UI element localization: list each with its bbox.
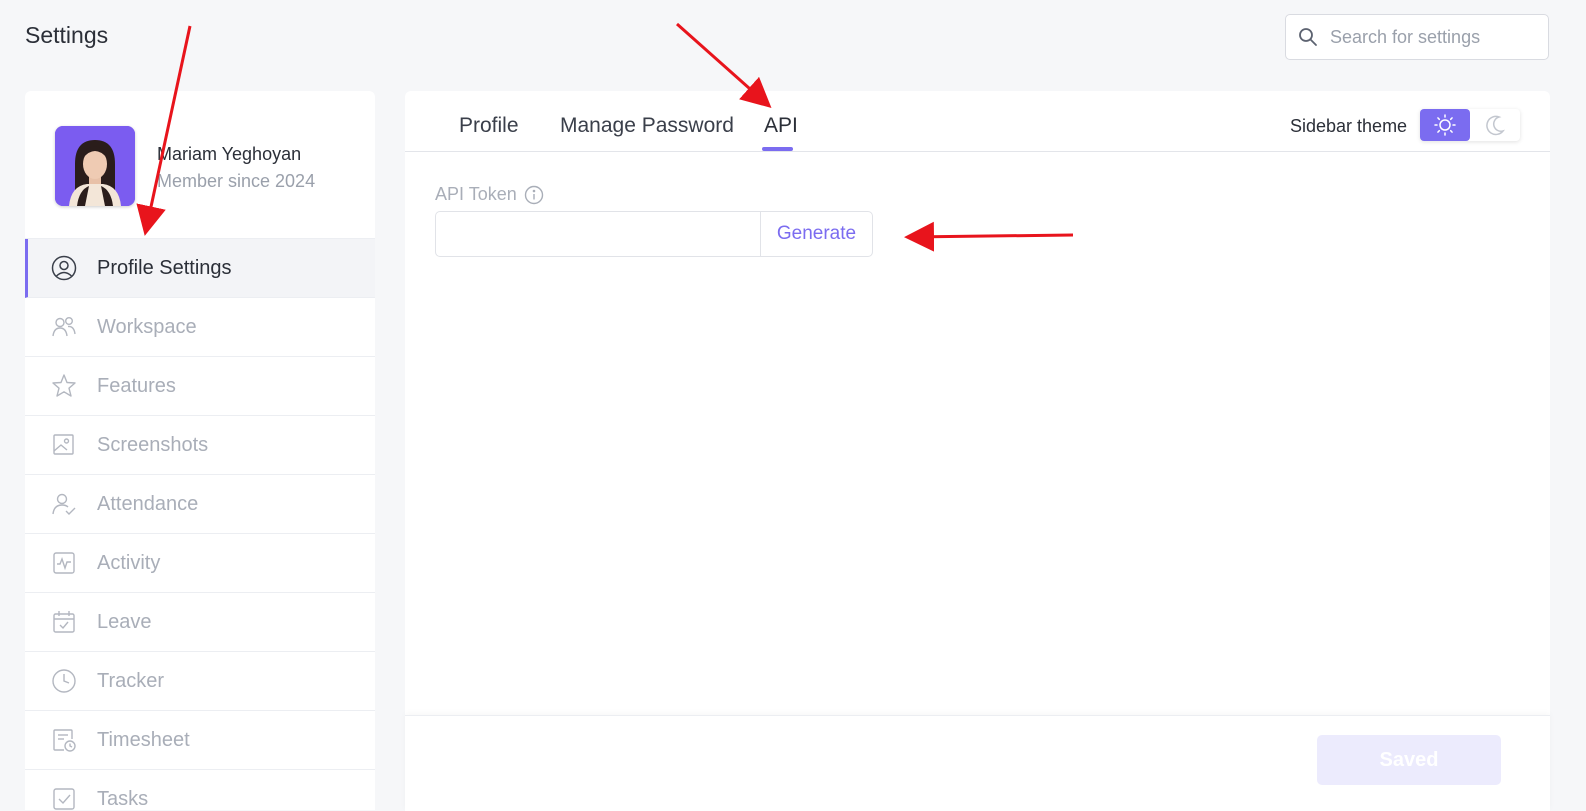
footer-bar: Saved bbox=[405, 715, 1550, 811]
sidebar-item-label: Tracker bbox=[97, 669, 165, 692]
sidebar-item-leave[interactable]: Leave bbox=[25, 593, 375, 652]
profile-card: Mariam Yeghoyan Member since 2024 bbox=[25, 91, 375, 239]
tab-bar: Profile Manage Password API Sidebar them… bbox=[405, 91, 1550, 152]
user-name: Mariam Yeghoyan bbox=[157, 144, 302, 164]
task-check-icon bbox=[53, 788, 75, 810]
sidebar-theme-toggle bbox=[1420, 109, 1520, 141]
clock-icon bbox=[52, 669, 76, 693]
sidebar-item-label: Features bbox=[97, 374, 176, 397]
info-icon[interactable] bbox=[524, 185, 544, 205]
sidebar-item-activity[interactable]: Activity bbox=[25, 534, 375, 593]
light-theme-button[interactable] bbox=[1420, 109, 1470, 141]
search-input[interactable] bbox=[1328, 25, 1542, 49]
saved-button[interactable]: Saved bbox=[1317, 735, 1501, 785]
moon-icon bbox=[1486, 115, 1506, 136]
tab-api[interactable]: API bbox=[764, 114, 798, 138]
sidebar-item-tasks[interactable]: Tasks bbox=[25, 770, 375, 810]
sidebar-theme-label: Sidebar theme bbox=[1290, 116, 1408, 136]
member-since: Member since 2024 bbox=[157, 171, 316, 191]
timesheet-icon bbox=[53, 729, 76, 752]
star-icon bbox=[52, 374, 76, 397]
sidebar-item-label: Profile Settings bbox=[97, 256, 232, 279]
sidebar-item-label: Leave bbox=[97, 610, 152, 633]
calendar-check-icon bbox=[53, 611, 75, 633]
image-icon bbox=[53, 434, 74, 455]
sidebar-item-label: Screenshots bbox=[97, 433, 209, 456]
search-box[interactable] bbox=[1285, 14, 1549, 60]
sidebar-item-label: Workspace bbox=[97, 315, 197, 338]
api-token-label-text: API Token bbox=[435, 184, 517, 204]
generate-button[interactable]: Generate bbox=[760, 211, 873, 257]
sidebar-item-label: Attendance bbox=[97, 492, 199, 515]
sidebar-item-label: Timesheet bbox=[97, 728, 190, 751]
sidebar-item-label: Tasks bbox=[97, 787, 149, 810]
page-title: Settings bbox=[25, 22, 109, 48]
sidebar-item-features[interactable]: Features bbox=[25, 357, 375, 416]
api-token-label: API Token bbox=[435, 184, 544, 205]
sidebar-item-screenshots[interactable]: Screenshots bbox=[25, 416, 375, 475]
sidebar-item-profile-settings[interactable]: Profile Settings bbox=[25, 239, 375, 298]
api-token-input[interactable] bbox=[435, 211, 761, 257]
activity-icon bbox=[53, 552, 75, 574]
sidebar-item-workspace[interactable]: Workspace bbox=[25, 298, 375, 357]
dark-theme-button[interactable] bbox=[1470, 109, 1520, 141]
settings-main-panel: Profile Manage Password API Sidebar them… bbox=[405, 91, 1550, 811]
search-icon bbox=[1299, 28, 1317, 46]
settings-sidebar: Mariam Yeghoyan Member since 2024 Profil… bbox=[25, 91, 375, 810]
sidebar-item-attendance[interactable]: Attendance bbox=[25, 475, 375, 534]
sun-icon bbox=[1434, 114, 1456, 136]
sidebar-item-label: Activity bbox=[97, 551, 161, 574]
user-check-icon bbox=[52, 493, 76, 515]
tab-profile[interactable]: Profile bbox=[459, 114, 519, 138]
sidebar-item-timesheet[interactable]: Timesheet bbox=[25, 711, 375, 770]
tab-manage-password[interactable]: Manage Password bbox=[560, 114, 734, 138]
avatar[interactable] bbox=[55, 126, 135, 206]
user-circle-icon bbox=[51, 255, 77, 281]
avatar-photo bbox=[55, 126, 135, 206]
users-icon bbox=[52, 317, 76, 337]
sidebar-item-tracker[interactable]: Tracker bbox=[25, 652, 375, 711]
active-tab-indicator bbox=[762, 147, 793, 151]
